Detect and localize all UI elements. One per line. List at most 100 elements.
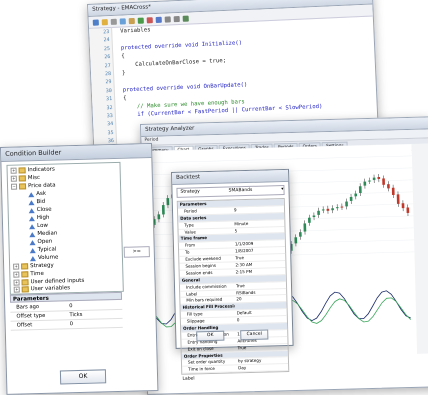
tree-label: Ask <box>36 191 46 197</box>
tree-label: Bid <box>36 199 45 205</box>
tree-label: Median <box>37 231 57 238</box>
candle-body <box>317 211 320 215</box>
candle-body <box>397 194 400 204</box>
expand-icon[interactable]: + <box>13 280 19 286</box>
save-icon[interactable] <box>93 19 99 25</box>
candle-body <box>354 194 357 197</box>
property-grid: ParametersPeriod9Data seriesTypeMinuteVa… <box>177 198 290 375</box>
open-icon[interactable] <box>102 19 108 25</box>
data-icon <box>29 224 35 229</box>
tree-label: Close <box>37 207 52 213</box>
tree-item-indicators[interactable]: +Indicators <box>11 167 55 174</box>
parameter-value[interactable]: 0 <box>70 319 123 328</box>
folder-icon <box>19 167 26 173</box>
cut-icon[interactable] <box>111 18 117 24</box>
candle-body <box>359 186 362 193</box>
tree-item-misc[interactable]: + Misc <box>11 175 40 182</box>
tree-label: Time <box>30 271 44 277</box>
condition-builder-window: Condition Builder +Indicators + Misc − Pri… <box>0 143 158 395</box>
candle-body <box>373 178 376 180</box>
tree-label: Price data <box>28 183 56 190</box>
undo-icon[interactable] <box>147 17 153 23</box>
copy-icon[interactable] <box>120 18 126 24</box>
cancel-button[interactable]: Cancel <box>240 330 268 341</box>
parameter-value[interactable]: Ticks <box>69 310 122 319</box>
property-key: Time in force <box>182 366 238 373</box>
candle-body <box>308 218 311 223</box>
outdent-icon[interactable] <box>174 15 180 21</box>
data-icon <box>28 192 34 197</box>
folder-icon <box>21 271 28 277</box>
candle-body <box>303 223 306 231</box>
expand-icon[interactable]: + <box>13 272 19 278</box>
folder-icon <box>22 286 29 292</box>
candle-body <box>322 209 325 210</box>
candle-body <box>402 203 405 208</box>
expand-icon[interactable]: + <box>14 287 20 293</box>
candle-body <box>341 207 344 208</box>
parameter-key: Offset <box>11 320 70 330</box>
candle-body <box>387 184 390 188</box>
strategy-value: SMABands <box>229 187 253 196</box>
data-icon <box>28 200 34 205</box>
tree-item-time[interactable]: + Time <box>13 271 44 278</box>
data-icon <box>29 232 35 237</box>
tree-item-open[interactable]: Open <box>29 239 52 246</box>
tree-item-user-inputs[interactable]: + User defined inputs <box>13 278 84 286</box>
data-icon <box>29 208 35 213</box>
tree-item-volume[interactable]: Volume <box>30 255 59 262</box>
ok-button[interactable]: OK <box>60 369 106 384</box>
parameter-value[interactable]: 0 <box>69 301 122 310</box>
operator-select[interactable]: >= <box>124 246 150 258</box>
collapse-icon[interactable]: − <box>11 184 17 190</box>
parameters-grid: Bars ago0Offset typeTicksOffset0 <box>10 301 123 331</box>
tree-label: User defined inputs <box>30 278 84 285</box>
expand-icon[interactable]: + <box>11 176 17 182</box>
condition-builder-title: Condition Builder <box>1 144 151 162</box>
backtest-dialog: Backtest Strategy SMABands ▾ ParametersP… <box>171 169 294 349</box>
candle-body <box>345 202 348 207</box>
expand-icon[interactable]: + <box>11 168 17 174</box>
data-icon <box>30 248 36 253</box>
comment-icon[interactable] <box>183 15 189 21</box>
candle-body <box>294 237 297 243</box>
ok-button[interactable]: OK <box>196 331 224 342</box>
tree-item-bid[interactable]: Bid <box>28 199 45 205</box>
chevron-down-icon: ▾ <box>281 186 283 194</box>
property-value[interactable]: Day <box>238 364 288 371</box>
redo-icon[interactable] <box>156 16 162 22</box>
tree-item-price-data[interactable]: − Price data <box>11 183 56 190</box>
tree-label: High <box>37 215 50 221</box>
candle-body <box>392 188 395 195</box>
tree-item-low[interactable]: Low <box>29 223 48 229</box>
candle-body <box>327 209 330 211</box>
parameter-row[interactable]: Offset0 <box>11 319 123 331</box>
data-icon <box>29 216 35 221</box>
candle-body <box>382 178 385 184</box>
candle-body <box>331 208 334 210</box>
candle-body <box>157 214 160 219</box>
tree-label: Open <box>37 239 52 245</box>
tree-label: Low <box>37 223 48 229</box>
candle-body <box>336 207 339 208</box>
tree-item-typical[interactable]: Typical <box>30 247 57 254</box>
tree-item-user-vars[interactable]: +User variables <box>14 285 70 292</box>
indent-icon[interactable] <box>165 16 171 22</box>
paste-icon[interactable] <box>129 17 135 23</box>
folder-icon <box>19 175 26 181</box>
strategy-select[interactable]: Strategy SMABands ▾ <box>176 185 284 198</box>
folder-icon <box>21 263 28 269</box>
tree-label: Misc <box>28 175 40 181</box>
tree-item-ask[interactable]: Ask <box>28 191 46 197</box>
parameter-key: Offset type <box>10 311 69 321</box>
expand-icon[interactable]: + <box>13 264 19 270</box>
tree-label: Typical <box>38 247 57 253</box>
tree-item-median[interactable]: Median <box>29 231 57 238</box>
candle-body <box>377 177 380 179</box>
tree-item-high[interactable]: High <box>29 215 50 222</box>
tree-item-close[interactable]: Close <box>29 207 52 214</box>
tree-item-strategy[interactable]: +Strategy <box>13 263 54 270</box>
data-icon <box>29 240 35 245</box>
candle-body <box>162 205 165 214</box>
compile-icon[interactable] <box>138 17 144 23</box>
